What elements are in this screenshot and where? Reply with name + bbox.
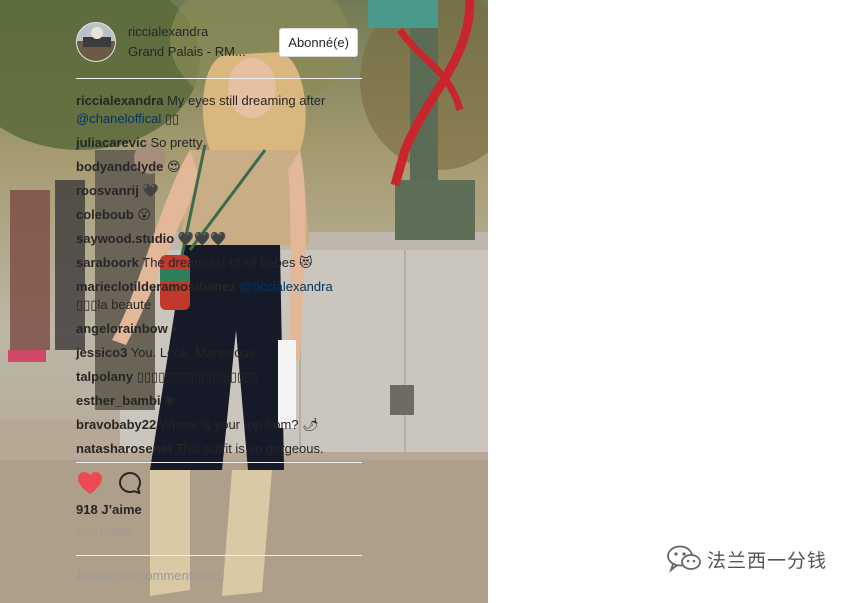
comment-button[interactable] xyxy=(116,469,144,497)
post-header: riccialexandra Grand Palais - RM... Abon… xyxy=(76,12,362,72)
comment: bodyandclyde 😍 xyxy=(76,158,362,176)
comment-text: ✸ xyxy=(160,393,176,408)
comment: coleboub 😮 xyxy=(76,206,362,224)
comment: esther_bambi ✸ xyxy=(76,392,362,410)
comment: juliacarevic So pretty xyxy=(76,134,362,152)
comment-text: My eyes still dreaming after xyxy=(163,93,326,108)
post-location[interactable]: Grand Palais - RM... xyxy=(128,43,279,60)
actions-divider xyxy=(76,462,362,463)
comment-username[interactable]: talpolany xyxy=(76,369,133,384)
comment-text: So pretty xyxy=(146,135,203,150)
comment-username[interactable]: coleboub xyxy=(76,207,134,222)
input-divider xyxy=(76,555,362,556)
comment-text: This outfit is so gorgeous. xyxy=(172,441,324,456)
comment-text: 🖤🖤🖤 xyxy=(174,231,227,246)
comment-caption: riccialexandra My eyes still dreaming af… xyxy=(76,92,362,128)
comment-username[interactable]: bodyandclyde xyxy=(76,159,163,174)
comment-text: Where is your top from? 🌶 xyxy=(156,417,319,432)
comment-username[interactable]: jessico3 xyxy=(76,345,127,360)
comment-mention[interactable]: @chaneloffical xyxy=(76,111,161,126)
comment-text: 😮 xyxy=(133,207,151,222)
user-block: riccialexandra Grand Palais - RM... xyxy=(128,24,279,60)
watermark: 法兰西一分钱 xyxy=(667,545,827,573)
comment-input[interactable] xyxy=(76,562,276,588)
comment: roosvanrij 🖤 xyxy=(76,182,362,200)
comment: bravobaby22 Where is your top from? 🌶 xyxy=(76,416,362,434)
comment-text: The dreamiest of all babes 😻 xyxy=(138,255,313,270)
comment-text-after: ▯▯ xyxy=(161,111,180,126)
comment-username[interactable]: juliacarevic xyxy=(76,135,147,150)
comment: talpolany ▯▯▯▯▯▯▯▯▯▯▯▯▯▯▯▯▯ xyxy=(76,368,362,386)
post-details-panel xyxy=(488,0,860,603)
comment: marieclotilderamosibanez @riccialexandra… xyxy=(76,278,362,314)
post-actions xyxy=(76,468,362,498)
comment-bubble-icon xyxy=(119,472,141,494)
header-divider xyxy=(76,78,362,79)
follow-button[interactable]: Abonné(e) xyxy=(279,27,358,57)
comment-text-after: ▯▯▯la beauté xyxy=(76,297,151,312)
comment-username[interactable]: riccialexandra xyxy=(76,93,163,108)
post-date: 3 OCTOBRE xyxy=(76,528,133,538)
comment-username[interactable]: natasharosenet xyxy=(76,441,172,456)
comment-text: 🖤 xyxy=(138,183,159,198)
comment-username[interactable]: roosvanrij xyxy=(76,183,139,198)
comment: jessico3 You. Look. Marvelous xyxy=(76,344,362,362)
post-username[interactable]: riccialexandra xyxy=(128,24,279,40)
comment-text: 😍 xyxy=(163,159,181,174)
comment-username[interactable]: bravobaby22 xyxy=(76,417,156,432)
comment: natasharosenet This outfit is so gorgeou… xyxy=(76,440,362,458)
wechat-icon xyxy=(667,545,701,573)
like-button[interactable] xyxy=(76,469,104,497)
comment: saraboork The dreamiest of all babes 😻 xyxy=(76,254,362,272)
like-count[interactable]: 918 J’aime xyxy=(76,502,142,517)
comment-username[interactable]: angelorainbow xyxy=(76,321,168,336)
avatar[interactable] xyxy=(76,22,116,62)
comment: saywood.studio 🖤🖤🖤 xyxy=(76,230,362,248)
comment-text: ⭑ xyxy=(167,321,179,336)
watermark-text: 法兰西一分钱 xyxy=(707,549,828,572)
comment-list: riccialexandra My eyes still dreaming af… xyxy=(76,92,362,464)
comment-username[interactable]: saraboork xyxy=(76,255,139,270)
comment-text: ▯▯▯▯▯▯▯▯▯▯▯▯▯▯▯▯▯ xyxy=(133,369,259,384)
comment-text: You. Look. Marvelous xyxy=(127,345,256,360)
avatar-image xyxy=(77,23,115,61)
comment: angelorainbow ⭑ xyxy=(76,320,362,338)
comment-username[interactable]: marieclotilderamosibanez xyxy=(76,279,236,294)
heart-icon xyxy=(78,472,102,494)
comment-mention[interactable]: @riccialexandra xyxy=(239,279,332,294)
comment-username[interactable]: saywood.studio xyxy=(76,231,174,246)
comment-username[interactable]: esther_bambi xyxy=(76,393,161,408)
